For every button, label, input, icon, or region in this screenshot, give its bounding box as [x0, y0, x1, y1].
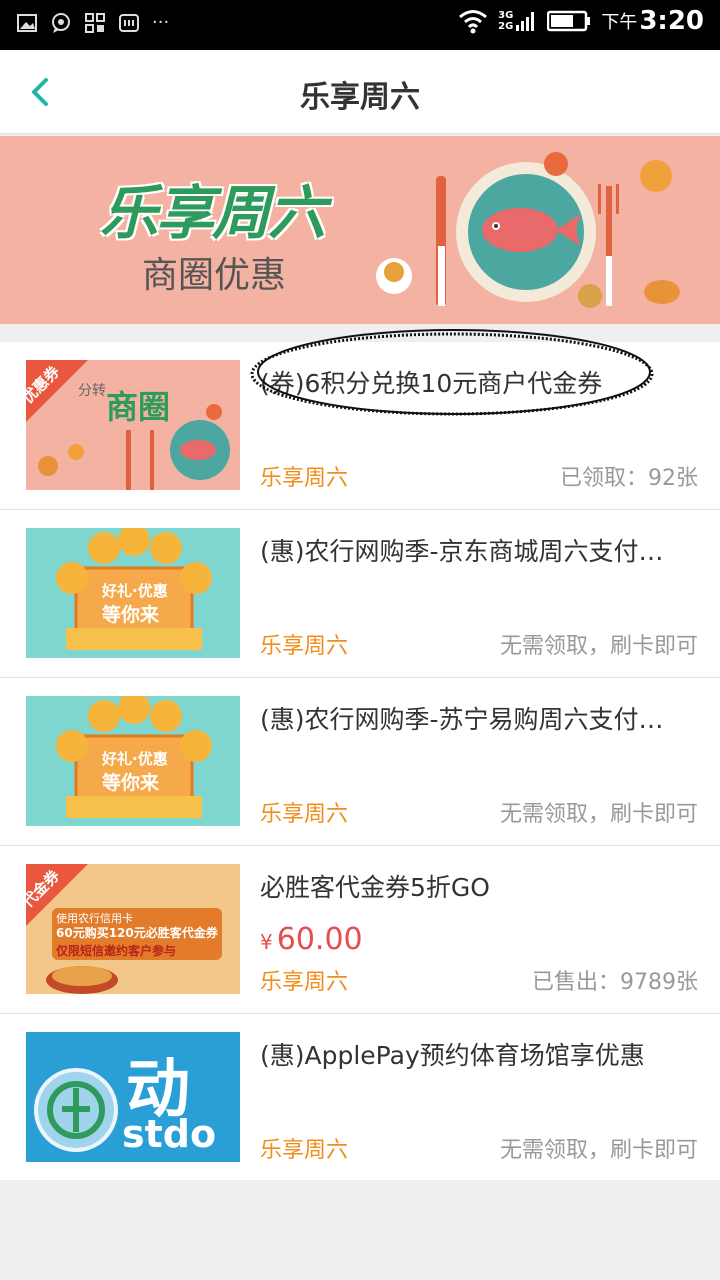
coupon-list: 优惠券 分转 商圈 (券)6积分兑换10元商户代金券 乐享周六 已领取：92张 … — [0, 342, 720, 1180]
item-tag: 乐享周六 — [260, 634, 349, 659]
wifi-icon — [458, 8, 488, 34]
list-item[interactable]: 好礼·优惠 等你来 (惠)农行网购季-苏宁易购周六支付… 乐享周六 无需领取，刷… — [0, 678, 720, 846]
plate-fish-illustration — [376, 152, 680, 308]
item-thumbnail: 好礼·优惠 等你来 — [26, 528, 240, 658]
item-title: (惠)农行网购季-苏宁易购周六支付… — [260, 705, 664, 734]
banner-logo: 乐享周六 — [100, 179, 326, 247]
status-right: 3G 2G 下午 3:20 — [458, 6, 704, 36]
app-icon — [118, 12, 140, 34]
thumbnail-heading: 商圈 — [106, 388, 171, 426]
item-price: ¥60.00 — [260, 922, 363, 957]
more-notifications-icon: ··· — [152, 12, 170, 33]
clock-time: 3:20 — [639, 6, 704, 36]
thumbnail-line3: 仅限短信邀约客户参与 — [56, 944, 177, 958]
highlight-circle-annotation — [250, 329, 654, 416]
thumbnail-heading: 等你来 — [102, 604, 160, 626]
item-thumbnail: 优惠券 分转 商圈 — [26, 360, 240, 490]
list-item[interactable]: 好礼·优惠 等你来 (惠)农行网购季-京东商城周六支付… 乐享周六 无需领取，刷… — [0, 510, 720, 678]
item-status: 已售出：9789张 — [532, 970, 698, 995]
thumbnail-caption: 分转 — [78, 383, 106, 399]
clock-ampm: 下午 — [601, 12, 638, 33]
signal-icon — [515, 10, 537, 32]
item-tag: 乐享周六 — [260, 466, 349, 491]
price-value: 60.00 — [276, 922, 363, 957]
item-tag: 乐享周六 — [260, 802, 349, 827]
app-header: 乐享周六 — [0, 50, 720, 134]
page-title: 乐享周六 — [300, 80, 420, 115]
item-status: 无需领取，刷卡即可 — [499, 634, 698, 659]
status-bar: ··· 3G 2G 下午 3:20 — [0, 0, 720, 50]
banner-subtitle: 商圈优惠 — [142, 255, 287, 296]
list-item[interactable]: 代金券 使用农行信用卡 60元购买120元必胜客代金券 仅限短信邀约客户参与 必… — [0, 846, 720, 1014]
notification-icons: ··· — [16, 12, 169, 34]
price-symbol: ¥ — [260, 930, 273, 954]
thumbnail-line2: 60元购买120元必胜客代金券 — [56, 926, 218, 940]
thumbnail-heading: 等你来 — [102, 772, 160, 794]
item-tag: 乐享周六 — [260, 970, 349, 995]
grid-icon — [84, 12, 106, 34]
item-title: (惠)ApplePay预约体育场馆享优惠 — [260, 1041, 645, 1070]
item-status: 无需领取，刷卡即可 — [499, 1138, 698, 1163]
item-status: 已领取：92张 — [560, 466, 698, 491]
floating-bank-button[interactable] — [34, 1068, 118, 1152]
chat-icon — [50, 12, 72, 34]
item-status: 无需领取，刷卡即可 — [499, 802, 698, 827]
battery-icon — [547, 9, 591, 33]
thumbnail-caption: 好礼·优惠 — [102, 750, 168, 768]
thumbnail-caption: 好礼·优惠 — [102, 582, 168, 600]
image-icon — [16, 12, 38, 34]
promo-banner[interactable]: 乐享周六 商圈优惠 — [0, 136, 720, 324]
bank-logo-icon — [47, 1081, 105, 1139]
item-thumbnail: 好礼·优惠 等你来 — [26, 696, 240, 826]
thumbnail-caption: stdo — [122, 1112, 217, 1156]
item-thumbnail: 代金券 使用农行信用卡 60元购买120元必胜客代金券 仅限短信邀约客户参与 — [26, 864, 240, 994]
item-tag: 乐享周六 — [260, 1138, 349, 1163]
item-title: 必胜客代金券5折GO — [260, 873, 490, 902]
network-type: 3G 2G — [498, 10, 514, 32]
item-title: (惠)农行网购季-京东商城周六支付… — [260, 537, 664, 566]
